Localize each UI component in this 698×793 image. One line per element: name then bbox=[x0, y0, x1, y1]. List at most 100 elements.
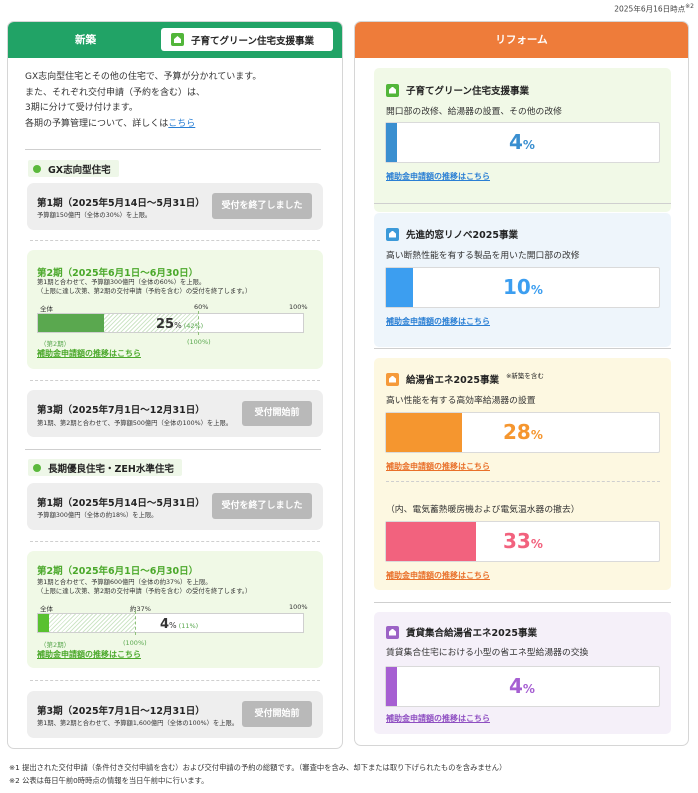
house-icon bbox=[171, 33, 184, 46]
status-not-started-button[interactable]: 受付開始前 bbox=[242, 701, 312, 727]
reform-card-rental: 賃貸集合給湯省エネ2025事業 賃貸集合住宅における小型の省エネ型給湯器の交換 … bbox=[374, 612, 671, 734]
period-title: 第2期（2025年6月1日～6月30日） bbox=[37, 566, 199, 577]
card-title: 給湯省エネ2025事業 ※新築を含む bbox=[386, 372, 544, 386]
progress-fill bbox=[38, 614, 49, 632]
divider bbox=[374, 203, 671, 204]
application-trend-link[interactable]: 補助金申請額の推移はこちら bbox=[386, 171, 490, 182]
divider bbox=[25, 149, 321, 150]
section-label-zeh: 長期優良住宅・ZEH水準住宅 bbox=[28, 459, 182, 476]
bar-right-label: 100% bbox=[289, 603, 308, 611]
status-closed-button[interactable]: 受付を終了しました bbox=[212, 193, 312, 219]
bar-left-label: 全体 bbox=[40, 605, 53, 613]
card-title: 先進的窓リノベ2025事業 bbox=[386, 227, 518, 241]
period-note: 第1期、第2期と合わせて、予算額500億円（全体の100%）を上限。 bbox=[37, 420, 233, 427]
card-progress-bar: 4% bbox=[385, 122, 660, 163]
dashed-divider bbox=[30, 380, 320, 381]
reform-title: リフォーム bbox=[495, 34, 548, 46]
bar-below-mid: (100%) bbox=[187, 338, 211, 346]
gx-period-3: 第3期（2025年7月1日～12月31日） 第1期、第2期と合わせて、予算額50… bbox=[27, 390, 323, 437]
new-construction-title: 新築 bbox=[75, 34, 96, 46]
divider bbox=[374, 602, 671, 603]
reform-card-window: 先進的窓リノベ2025事業 高い断熱性能を有する製品を用いた開口部の改修 10%… bbox=[374, 213, 671, 347]
progress-fill bbox=[38, 314, 105, 332]
details-link[interactable]: こちら bbox=[168, 119, 195, 129]
application-trend-link[interactable]: 補助金申請額の推移はこちら bbox=[386, 570, 490, 581]
bar-threshold-area bbox=[38, 614, 135, 632]
period-note: 第1期と合わせて、予算額300億円（全体の60%）を上限。 bbox=[37, 279, 206, 286]
progress-percent: 25% (42%) bbox=[156, 317, 204, 332]
house-icon bbox=[386, 83, 399, 97]
application-trend-link[interactable]: 補助金申請額の推移はこちら bbox=[386, 316, 490, 327]
divider bbox=[25, 449, 321, 450]
dot-icon bbox=[33, 463, 41, 472]
card-description: 高い性能を有する高効率給湯器の設置 bbox=[386, 396, 536, 406]
sub-description: （内、電気蓄熱暖房機および電気温水器の撤去） bbox=[386, 505, 580, 515]
card-description: 高い断熱性能を有する製品を用いた開口部の改修 bbox=[386, 251, 580, 261]
house-icon bbox=[386, 625, 399, 639]
section-label-text: 長期優良住宅・ZEH水準住宅 bbox=[48, 463, 174, 475]
house-icon bbox=[386, 372, 399, 386]
application-trend-link[interactable]: 補助金申請額の推移はこちら bbox=[37, 649, 141, 660]
dot-icon bbox=[33, 164, 41, 173]
period-title: 第2期（2025年6月1日～6月30日） bbox=[37, 268, 199, 279]
sub-progress-fill bbox=[386, 522, 477, 561]
status-closed-button[interactable]: 受付を終了しました bbox=[212, 493, 312, 519]
sub-progress-percent: 33% bbox=[503, 529, 543, 553]
divider bbox=[374, 348, 671, 349]
threshold-marker bbox=[135, 611, 136, 635]
bar-mid-label: 約37% bbox=[130, 605, 151, 613]
zeh-period-2: 第2期（2025年6月1日～6月30日） 第1期と合わせて、予算額600億円（全… bbox=[27, 551, 323, 668]
footnote-1: ※1 提出された交付申請（条件付き交付申請を含む）および交付申請の予約の総額です… bbox=[9, 763, 507, 772]
period-note: 予算額300億円（全体の約18%）を上限。 bbox=[37, 512, 158, 519]
new-construction-header: 新築 子育てグリーン住宅支援事業 bbox=[8, 22, 342, 58]
bar-below-left: （第2期） bbox=[40, 340, 71, 348]
program-badge-label: 子育てグリーン住宅支援事業 bbox=[191, 35, 315, 47]
progress-bar: 25% (42%) bbox=[37, 311, 304, 335]
card-description: 賃貸集合住宅における小型の省エネ型給湯器の交換 bbox=[386, 648, 589, 658]
footnote-2: ※2 公表は毎日午前0時時点の情報を当日午前中に行います。 bbox=[9, 776, 209, 785]
card-title: 子育てグリーン住宅支援事業 bbox=[386, 83, 529, 97]
program-badge: 子育てグリーン住宅支援事業 bbox=[161, 28, 333, 51]
card-progress-fill bbox=[386, 413, 463, 452]
period-title: 第3期（2025年7月1日～12月31日） bbox=[37, 706, 205, 717]
dashed-divider bbox=[386, 481, 660, 482]
intro-line: 各期の予算管理について、詳しくはこちら bbox=[25, 117, 325, 133]
card-progress-fill bbox=[386, 667, 397, 706]
card-progress-bar: 28% bbox=[385, 412, 660, 453]
card-progress-percent: 4% bbox=[509, 674, 535, 698]
reform-header: リフォーム bbox=[355, 22, 688, 58]
application-trend-link[interactable]: 補助金申請額の推移はこちら bbox=[386, 461, 490, 472]
section-label-text: GX志向型住宅 bbox=[48, 164, 111, 176]
bar-right-label: 100% bbox=[289, 303, 308, 311]
card-progress-percent: 28% bbox=[503, 420, 543, 444]
application-trend-link[interactable]: 補助金申請額の推移はこちら bbox=[386, 713, 490, 724]
bar-left-label: 全体 bbox=[40, 305, 53, 313]
period-title: 第3期（2025年7月1日～12月31日） bbox=[37, 405, 205, 416]
period-note: （上限に達し次第、第2期の交付申請（予約を含む）の受付を終了します。） bbox=[37, 288, 252, 295]
card-description: 開口部の改修、給湯器の設置、その他の改修 bbox=[386, 107, 562, 117]
card-progress-fill bbox=[386, 123, 397, 162]
reform-card-kosodate: 子育てグリーン住宅支援事業 開口部の改修、給湯器の設置、その他の改修 4% 補助… bbox=[374, 68, 671, 212]
bar-mid-label: 60% bbox=[194, 303, 209, 311]
zeh-period-1: 第1期（2025年5月14日～5月31日） 予算額300億円（全体の約18%）を… bbox=[27, 483, 323, 530]
card-progress-percent: 10% bbox=[503, 275, 543, 299]
application-trend-link[interactable]: 補助金申請額の推移はこちら bbox=[37, 348, 141, 359]
card-progress-percent: 4% bbox=[509, 130, 535, 154]
bar-below-left: （第2期） bbox=[40, 641, 71, 649]
card-progress-bar: 4% bbox=[385, 666, 660, 707]
house-icon bbox=[386, 227, 399, 241]
dashed-divider bbox=[30, 240, 320, 241]
gx-period-2: 第2期（2025年6月1日～6月30日） 第1期と合わせて、予算額300億円（全… bbox=[27, 250, 323, 369]
card-progress-fill bbox=[386, 268, 414, 307]
progress-percent: 4% (11%) bbox=[160, 617, 199, 632]
reform-card-water-heater: 給湯省エネ2025事業 ※新築を含む 高い性能を有する高効率給湯器の設置 28% … bbox=[374, 358, 671, 590]
status-not-started-button[interactable]: 受付開始前 bbox=[242, 401, 312, 426]
gx-period-1: 第1期（2025年5月14日～5月31日） 予算額150億円（全体の30%）を上… bbox=[27, 183, 323, 230]
dashed-divider bbox=[30, 541, 320, 542]
bar-below-mid: (100%) bbox=[123, 639, 147, 647]
intro-last-prefix: 各期の予算管理について、詳しくは bbox=[25, 118, 169, 129]
zeh-period-3: 第3期（2025年7月1日～12月31日） 第1期、第2期と合わせて、予算額1,… bbox=[27, 691, 323, 738]
section-label-gx: GX志向型住宅 bbox=[28, 160, 119, 177]
sub-progress-bar: 33% bbox=[385, 521, 660, 562]
timestamp: 2025年6月16日時点※2 bbox=[614, 3, 694, 14]
